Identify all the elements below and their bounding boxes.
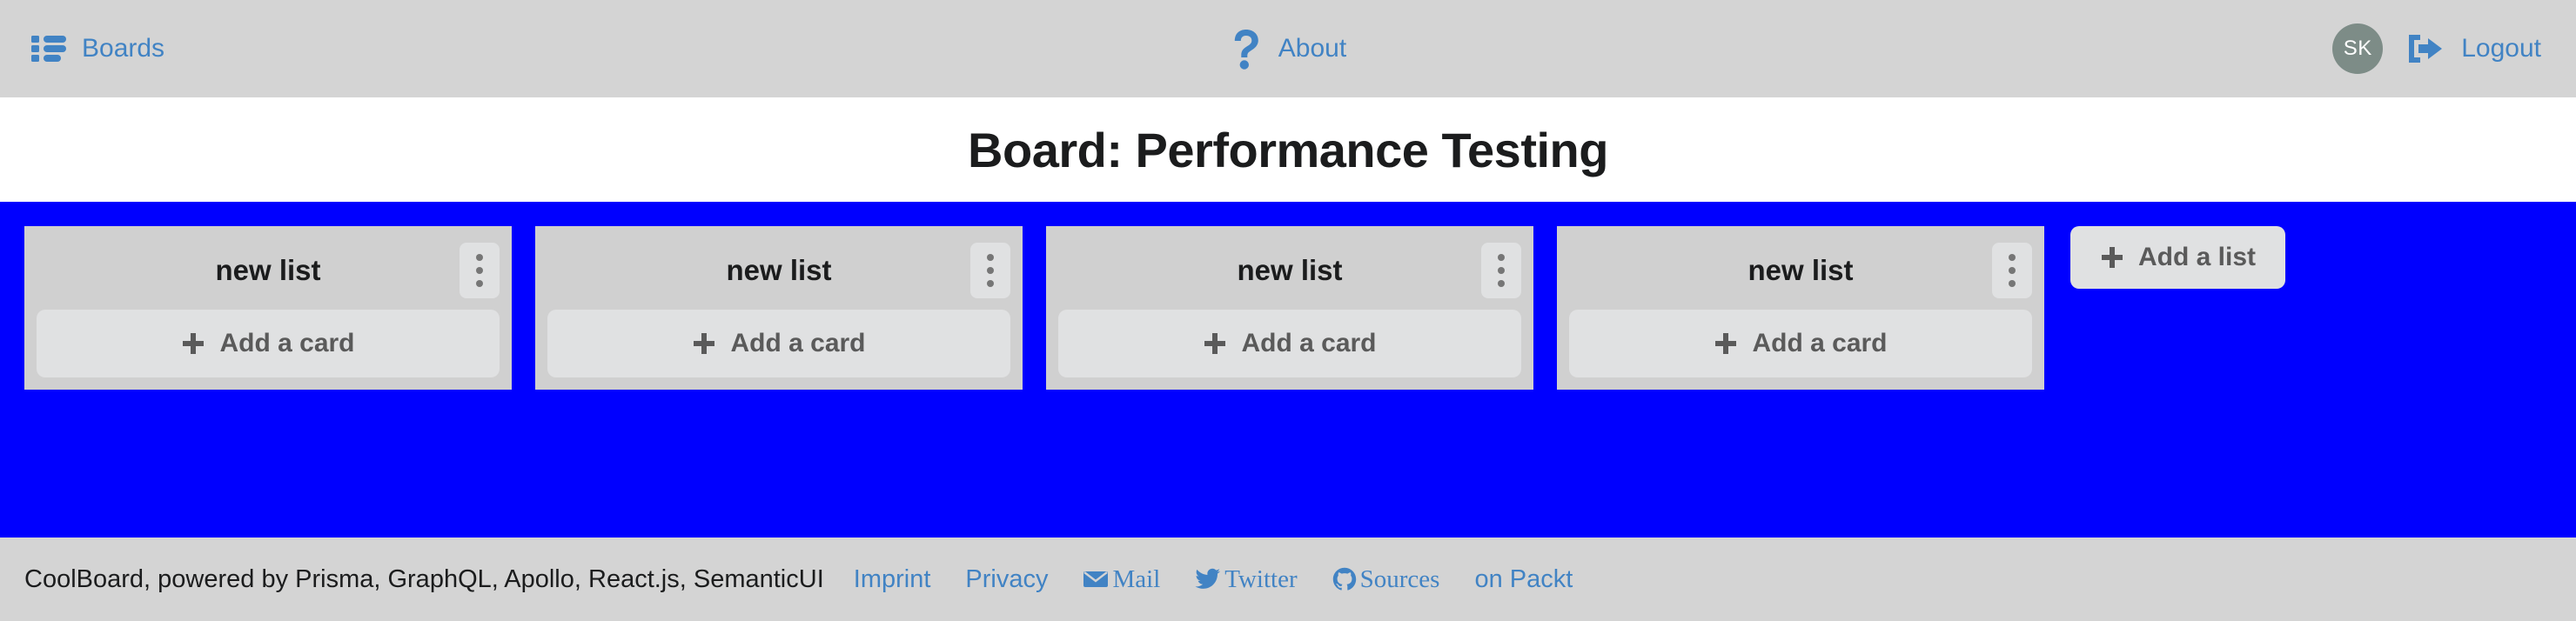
add-list-label: Add a list — [2138, 243, 2257, 271]
github-icon — [1332, 567, 1357, 591]
list-menu-button[interactable] — [970, 243, 1010, 298]
envelope-icon — [1083, 570, 1109, 589]
page-footer: CoolBoard, powered by Prisma, GraphQL, A… — [0, 538, 2576, 621]
vertical-ellipsis-icon — [476, 254, 483, 261]
footer-link-on-packt[interactable]: on Packt — [1474, 565, 1573, 594]
avatar[interactable]: SK — [2332, 23, 2384, 74]
plus-icon — [692, 331, 716, 356]
twitter-bird-icon — [1195, 568, 1221, 591]
footer-link-privacy[interactable]: Privacy — [965, 565, 1048, 594]
nav-center-group: About — [1230, 28, 1346, 70]
nav-right-group: SK Logout — [2332, 23, 2541, 74]
plus-icon — [1714, 331, 1738, 356]
sign-out-icon — [2405, 31, 2445, 66]
list-icon — [31, 34, 66, 63]
nav-link-logout-label: Logout — [2461, 34, 2541, 63]
footer-link-twitter-label: Twitter — [1224, 564, 1298, 593]
list-card: new list Add a card — [1557, 226, 2044, 390]
add-card-label: Add a card — [1241, 329, 1377, 357]
list-title: new list — [1748, 254, 1854, 286]
vertical-ellipsis-icon — [987, 280, 994, 287]
nav-left-group: Boards — [0, 34, 164, 63]
plus-icon — [181, 331, 205, 356]
footer-link-imprint-label: Imprint — [853, 564, 931, 593]
list-header: new list — [37, 240, 500, 301]
list-card: new list Add a card — [1046, 226, 1533, 390]
list-title: new list — [1237, 254, 1343, 286]
vertical-ellipsis-icon — [2009, 280, 2016, 287]
add-card-button[interactable]: Add a card — [1569, 310, 2032, 377]
vertical-ellipsis-icon — [1498, 267, 1505, 274]
add-card-button[interactable]: Add a card — [547, 310, 1010, 377]
vertical-ellipsis-icon — [476, 267, 483, 274]
footer-link-mail-label: Mail — [1112, 564, 1161, 593]
footer-link-privacy-label: Privacy — [965, 564, 1049, 593]
top-navigation-bar: Boards About SK Logout — [0, 0, 2576, 97]
nav-link-about-label: About — [1278, 34, 1347, 63]
vertical-ellipsis-icon — [2009, 267, 2016, 274]
list-header: new list — [547, 240, 1010, 301]
list-menu-button[interactable] — [460, 243, 500, 298]
nav-link-logout[interactable]: Logout — [2405, 31, 2541, 66]
question-mark-icon — [1230, 28, 1263, 70]
nav-link-boards-label: Boards — [82, 34, 165, 63]
plus-icon — [2100, 245, 2124, 270]
footer-link-sources-label: Sources — [1359, 564, 1440, 593]
list-card: new list Add a card — [24, 226, 512, 390]
vertical-ellipsis-icon — [476, 280, 483, 287]
add-card-label: Add a card — [1752, 329, 1888, 357]
footer-link-on-packt-label: on Packt — [1474, 564, 1573, 593]
footer-link-imprint[interactable]: Imprint — [854, 565, 931, 594]
vertical-ellipsis-icon — [2009, 254, 2016, 261]
footer-link-twitter[interactable]: Twitter — [1195, 564, 1298, 594]
list-menu-button[interactable] — [1481, 243, 1521, 298]
add-list-button[interactable]: Add a list — [2070, 226, 2286, 289]
list-title: new list — [726, 254, 832, 286]
page-title: Board: Performance Testing — [968, 122, 1608, 177]
plus-icon — [1203, 331, 1227, 356]
avatar-initials: SK — [2343, 37, 2372, 60]
add-card-button[interactable]: Add a card — [37, 310, 500, 377]
board-title-band: Board: Performance Testing — [0, 97, 2576, 202]
vertical-ellipsis-icon — [1498, 280, 1505, 287]
vertical-ellipsis-icon — [987, 267, 994, 274]
footer-link-sources[interactable]: Sources — [1332, 564, 1440, 594]
board-canvas: new list Add a card new list Add a card … — [0, 202, 2576, 538]
vertical-ellipsis-icon — [987, 254, 994, 261]
footer-link-mail[interactable]: Mail — [1083, 565, 1160, 594]
list-header: new list — [1058, 240, 1521, 301]
list-card: new list Add a card — [535, 226, 1023, 390]
footer-credit: CoolBoard, powered by Prisma, GraphQL, A… — [24, 564, 824, 593]
nav-link-boards[interactable]: Boards — [31, 34, 164, 63]
add-card-button[interactable]: Add a card — [1058, 310, 1521, 377]
add-card-label: Add a card — [730, 329, 866, 357]
nav-link-about[interactable]: About — [1230, 28, 1346, 70]
list-title: new list — [215, 254, 321, 286]
add-card-label: Add a card — [219, 329, 355, 357]
vertical-ellipsis-icon — [1498, 254, 1505, 261]
list-menu-button[interactable] — [1992, 243, 2032, 298]
list-header: new list — [1569, 240, 2032, 301]
